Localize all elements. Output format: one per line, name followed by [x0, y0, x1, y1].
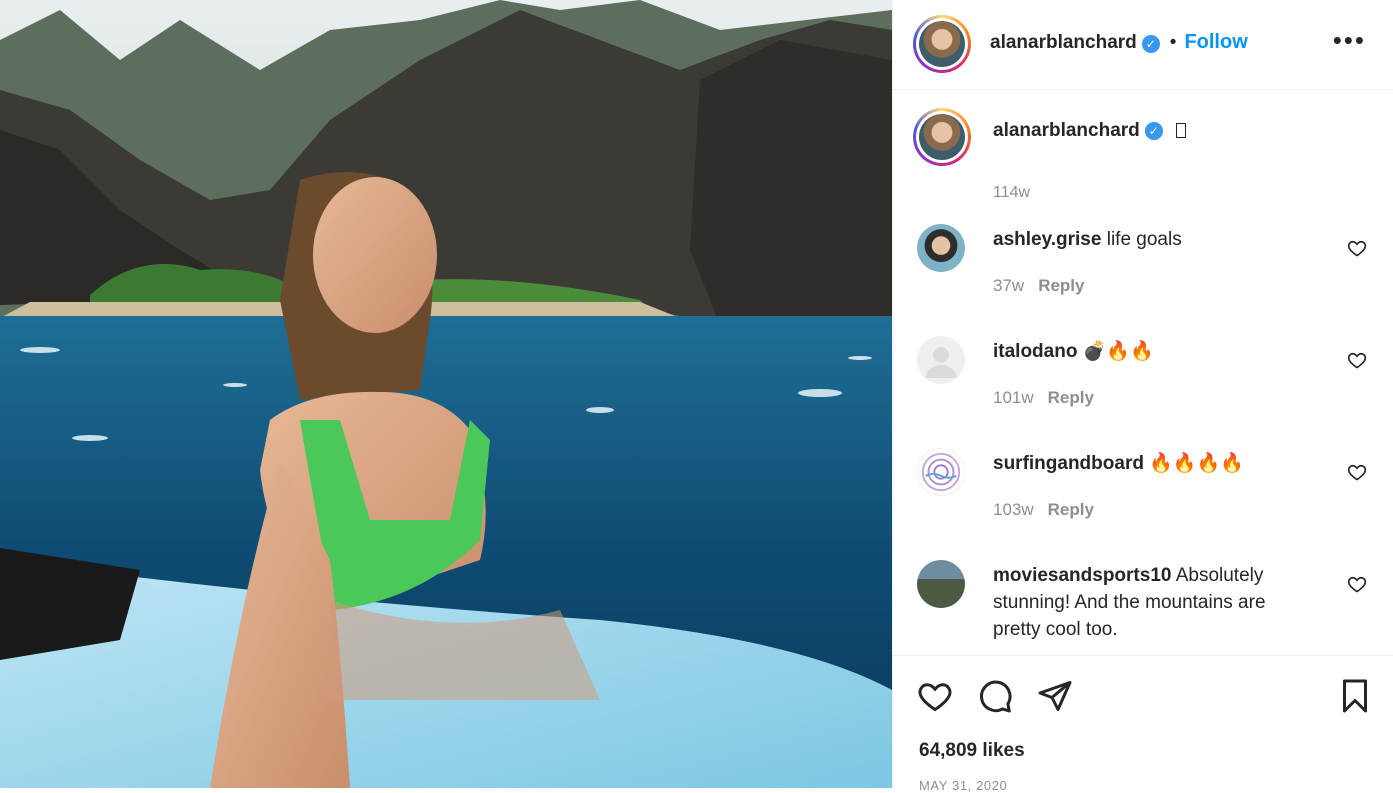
comment-like-heart-icon[interactable]	[1347, 350, 1367, 370]
comment-like-heart-icon[interactable]	[1347, 574, 1367, 594]
comment-text: 💣🔥🔥	[1082, 341, 1154, 362]
verified-badge-icon: ✓	[1141, 34, 1160, 53]
comment-age[interactable]: 103w	[993, 500, 1034, 519]
likes-count[interactable]: 64,809 likes	[919, 740, 1025, 762]
comment-text: 🔥🔥🔥🔥	[1149, 453, 1244, 474]
post-panel: alanarblanchard ✓ • Follow ••• alanarblanch…	[892, 0, 1393, 793]
caption: alanarblanchard ✓ 114w	[913, 108, 1383, 201]
comment-age[interactable]: 37w	[993, 276, 1024, 295]
photo-illustration	[0, 0, 892, 788]
bookmark-icon[interactable]	[1337, 678, 1373, 714]
comment-age[interactable]: 101w	[993, 388, 1034, 407]
reply-button[interactable]: Reply	[1038, 276, 1084, 295]
comment-text: life goals	[1106, 229, 1182, 250]
comment-username[interactable]: moviesandsports10	[993, 565, 1171, 586]
reply-button[interactable]: Reply	[1048, 388, 1094, 407]
comment-username[interactable]: italodano	[993, 341, 1077, 362]
comment-item: moviesandsports10 Absolutely stunning! A…	[917, 560, 1377, 655]
comment-item: italodano 💣🔥🔥 101w Reply	[917, 336, 1377, 416]
author-username[interactable]: alanarblanchard	[990, 32, 1137, 53]
surf-logo-icon	[921, 452, 961, 492]
caption-avatar[interactable]	[913, 108, 971, 166]
post-actions: 64,809 likes MAY 31, 2020	[893, 655, 1393, 793]
reply-button[interactable]: Reply	[1048, 500, 1094, 519]
post-header: alanarblanchard ✓ • Follow •••	[893, 0, 1393, 90]
commenter-avatar[interactable]	[917, 336, 965, 384]
comment-item: surfingandboard 🔥🔥🔥🔥 103w Reply	[917, 448, 1377, 528]
caption-username[interactable]: alanarblanchard	[993, 120, 1140, 141]
emoji-glyph-icon	[1176, 123, 1187, 139]
comments-list[interactable]: alanarblanchard ✓ 114w ashley.grise life …	[893, 90, 1393, 655]
author-avatar[interactable]	[913, 15, 971, 73]
commenter-avatar[interactable]	[917, 560, 965, 608]
verified-badge-icon: ✓	[1144, 121, 1163, 140]
post-photo[interactable]	[0, 0, 892, 788]
heart-icon[interactable]	[917, 678, 953, 714]
caption-age[interactable]: 114w	[993, 184, 1030, 202]
post-date[interactable]: MAY 31, 2020	[919, 778, 1007, 793]
commenter-avatar[interactable]	[917, 448, 965, 496]
comment-like-heart-icon[interactable]	[1347, 462, 1367, 482]
more-options-icon[interactable]: •••	[1333, 27, 1366, 53]
follow-button[interactable]: Follow	[1184, 31, 1247, 53]
commenter-avatar[interactable]	[917, 224, 965, 272]
comment-username[interactable]: ashley.grise	[993, 229, 1101, 250]
comment-item: ashley.grise life goals 37w Reply	[917, 224, 1377, 304]
comment-like-heart-icon[interactable]	[1347, 238, 1367, 258]
comment-icon[interactable]	[977, 678, 1013, 714]
comment-username[interactable]: surfingandboard	[993, 453, 1144, 474]
send-icon[interactable]	[1037, 678, 1073, 714]
default-avatar-icon	[925, 347, 957, 378]
separator-dot: •	[1169, 32, 1177, 53]
